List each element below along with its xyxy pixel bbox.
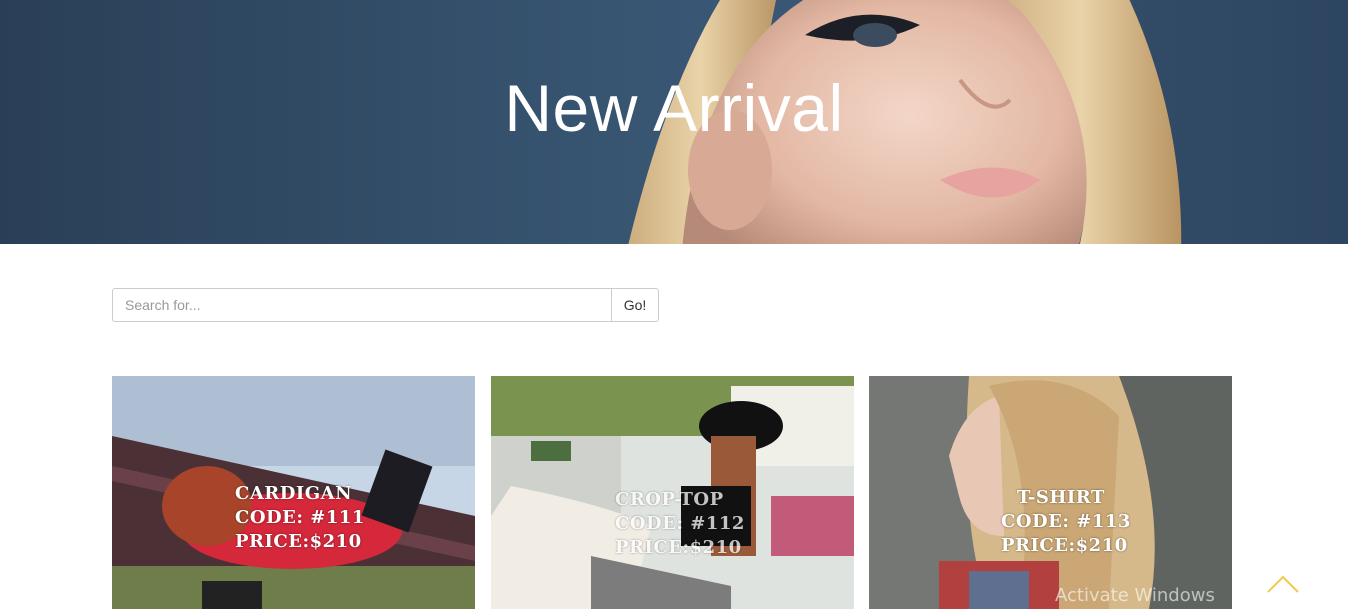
product-name: T-SHIRT — [1017, 487, 1105, 508]
product-info-cardigan: CARDIGAN CODE: #111 PRICE:$210 — [235, 482, 365, 554]
page-title: New Arrival — [504, 71, 844, 145]
product-price: PRICE:$210 — [1001, 535, 1128, 556]
product-card-t-shirt[interactable]: T-SHIRT CODE: #113 PRICE:$210 — [869, 376, 1232, 609]
search-input[interactable] — [112, 288, 611, 322]
product-info-t-shirt: T-SHIRT CODE: #113 PRICE:$210 — [1001, 486, 1131, 558]
search-button[interactable]: Go! — [611, 288, 659, 322]
product-card-cardigan[interactable]: CARDIGAN CODE: #111 PRICE:$210 — [112, 376, 475, 609]
search-bar: Go! — [112, 288, 659, 322]
product-code: CODE: #112 — [615, 513, 745, 534]
product-price: PRICE:$210 — [235, 531, 362, 552]
product-name: CARDIGAN — [235, 483, 353, 504]
hero-banner: New Arrival — [0, 0, 1348, 244]
activate-windows-watermark: Activate Windows — [1055, 585, 1215, 606]
product-code: CODE: #113 — [1001, 511, 1131, 532]
product-info-crop-top: CROP-TOP CODE: #112 PRICE:$210 — [615, 488, 745, 560]
chevron-up-icon[interactable] — [1266, 572, 1300, 594]
product-code: CODE: #111 — [235, 507, 365, 528]
product-name: CROP-TOP — [615, 489, 724, 510]
product-price: PRICE:$210 — [615, 537, 742, 558]
product-card-crop-top[interactable]: CROP-TOP CODE: #112 PRICE:$210 — [491, 376, 854, 609]
